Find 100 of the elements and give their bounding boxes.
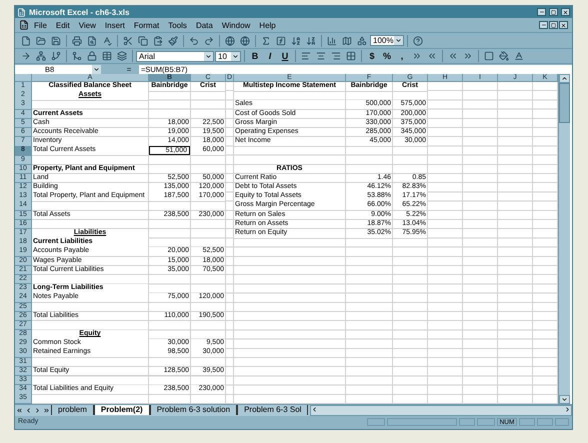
- lock-button[interactable]: [85, 50, 99, 62]
- menu-item[interactable]: Tools: [164, 20, 191, 30]
- function-button[interactable]: [274, 34, 288, 47]
- status-panel: [477, 418, 495, 426]
- open-button[interactable]: [34, 34, 48, 47]
- drawing-icon: [357, 36, 367, 46]
- font-dropdown[interactable]: Arial: [136, 50, 214, 62]
- menu-item[interactable]: View: [74, 20, 100, 30]
- format-button[interactable]: I: [263, 50, 277, 62]
- scroll-thumb[interactable]: [559, 83, 570, 123]
- cut-button[interactable]: [121, 34, 135, 47]
- layers-icon: [117, 51, 127, 61]
- minimize-icon: [538, 9, 544, 15]
- sheet-tab[interactable]: Problem 6-3 solution: [150, 405, 238, 416]
- chart-button[interactable]: [325, 34, 339, 47]
- number-format-button[interactable]: %: [380, 50, 394, 62]
- map-icon: [342, 36, 352, 46]
- redo-icon: [204, 36, 214, 46]
- horizontal-scrollbar[interactable]: [310, 404, 572, 416]
- copy-button[interactable]: [136, 34, 150, 47]
- print-preview-icon: [87, 36, 97, 46]
- decrease-indent-icon: [448, 51, 458, 61]
- increase-decimal-icon: [412, 51, 422, 61]
- save-button[interactable]: [49, 34, 63, 47]
- status-panel: [519, 418, 535, 426]
- caret-icon: [395, 37, 402, 44]
- caret-icon: [93, 66, 100, 72]
- help-icon: [413, 36, 423, 46]
- decrease-decimal-icon: [427, 51, 437, 61]
- chart-icon: [327, 36, 337, 46]
- format-button[interactable]: U: [278, 50, 292, 62]
- status-panel: [387, 418, 457, 426]
- align-center-button[interactable]: [314, 50, 328, 62]
- branch-icon: [51, 51, 61, 61]
- font-color-icon: [514, 51, 524, 61]
- increase-indent-icon: [463, 51, 473, 61]
- vertical-scrollbar[interactable]: [558, 74, 570, 404]
- menu-item[interactable]: Insert: [100, 20, 129, 30]
- function-icon: [276, 36, 286, 46]
- borders-button[interactable]: [482, 50, 496, 62]
- map-button[interactable]: [340, 34, 354, 47]
- font-size-dropdown[interactable]: 10: [215, 50, 241, 62]
- restore-icon: [551, 22, 556, 28]
- format-button[interactable]: B: [248, 50, 262, 62]
- sheet-tab[interactable]: Problem(2): [94, 405, 150, 416]
- table-icon: [102, 51, 112, 61]
- menu-item[interactable]: Edit: [52, 20, 74, 30]
- print-button[interactable]: [70, 34, 84, 47]
- number-format-button[interactable]: $: [365, 50, 379, 62]
- close-button[interactable]: [559, 21, 568, 29]
- menu-item[interactable]: Format: [130, 20, 164, 30]
- menu-item[interactable]: Window: [218, 20, 254, 30]
- fill-color-button[interactable]: [497, 50, 511, 62]
- excel-icon: [17, 8, 26, 16]
- format-painter-icon: [168, 36, 178, 46]
- save-icon: [51, 36, 61, 46]
- fill-color-icon: [499, 51, 509, 61]
- menu-item[interactable]: Help: [255, 20, 280, 30]
- drawing-button[interactable]: [355, 34, 369, 47]
- close-button[interactable]: [561, 8, 570, 16]
- minimize-button[interactable]: [537, 8, 546, 16]
- maximize-button[interactable]: [549, 8, 558, 16]
- align-left-button[interactable]: [299, 50, 313, 62]
- network-button[interactable]: [34, 50, 48, 62]
- print-icon: [72, 36, 82, 46]
- spelling-icon: [102, 36, 112, 46]
- restore-button[interactable]: [549, 21, 558, 29]
- sheet-tab[interactable]: Problem 6-3 Sol: [237, 405, 308, 416]
- number-format-button[interactable]: ,: [395, 50, 409, 62]
- branch-button[interactable]: [49, 50, 63, 62]
- layers-button[interactable]: [115, 50, 129, 62]
- merge-center-button[interactable]: [344, 50, 358, 62]
- table-button[interactable]: [100, 50, 114, 62]
- align-right-button[interactable]: [329, 50, 343, 62]
- maximize-icon: [551, 10, 556, 14]
- borders-icon: [484, 51, 494, 61]
- merge-center-icon: [346, 51, 356, 61]
- open-icon: [36, 36, 46, 46]
- merge-icon: [72, 51, 82, 61]
- new-icon: [21, 36, 31, 46]
- last-icon: [43, 406, 50, 414]
- globe-button[interactable]: [223, 34, 237, 47]
- merge-button[interactable]: [70, 50, 84, 62]
- sort-descending-icon: [306, 36, 316, 46]
- zoom-dropdown[interactable]: 100%: [370, 35, 404, 46]
- scroll-left-icon: [311, 406, 318, 413]
- help-button[interactable]: [411, 34, 425, 47]
- menu-item[interactable]: File: [30, 20, 51, 30]
- caret-icon: [232, 52, 239, 60]
- caret-icon: [205, 52, 212, 60]
- sheet-tab[interactable]: problem: [51, 405, 94, 416]
- minimize-button[interactable]: [539, 21, 548, 29]
- menu-item[interactable]: Data: [192, 20, 217, 30]
- web-button[interactable]: [238, 34, 252, 47]
- network-icon: [36, 51, 46, 61]
- scroll-up-icon: [561, 75, 568, 82]
- status-panel: [555, 418, 569, 426]
- paste-icon: [153, 36, 163, 46]
- format-painter-button[interactable]: [166, 34, 180, 47]
- minimize-icon: [540, 22, 546, 28]
